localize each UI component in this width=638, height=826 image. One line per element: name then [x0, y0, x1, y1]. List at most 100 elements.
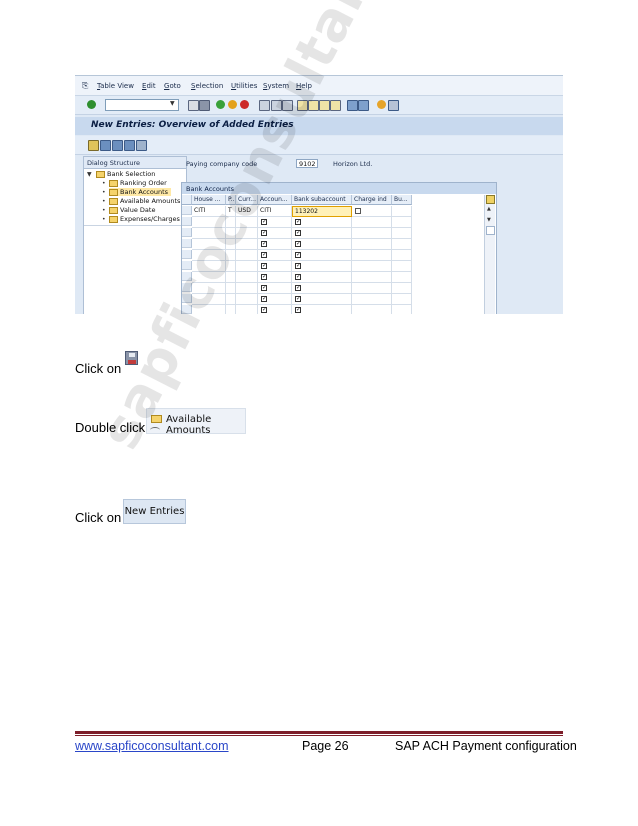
checkbox-icon[interactable]: ✓ — [261, 274, 267, 280]
table-cell[interactable]: ✓ — [292, 305, 352, 314]
checkbox-icon[interactable]: ✓ — [295, 252, 301, 258]
table-cell[interactable]: ✓ — [258, 272, 292, 283]
table-cell[interactable] — [226, 305, 236, 314]
table-cell[interactable]: ✓ — [258, 305, 292, 314]
layout-menu-icon[interactable] — [388, 100, 399, 111]
exit-icon[interactable] — [228, 100, 237, 109]
tree-item-value-date[interactable]: Value Date — [109, 206, 155, 214]
last-page-icon[interactable] — [330, 100, 341, 111]
scroll-thumb[interactable] — [486, 226, 495, 235]
table-cell[interactable]: ✓ — [258, 294, 292, 305]
footer-website-link[interactable]: www.sapficoconsultant.com — [75, 739, 229, 753]
checkbox-icon[interactable]: ✓ — [261, 263, 267, 269]
select-all-icon[interactable] — [124, 140, 135, 151]
back-arrow-icon[interactable] — [188, 100, 199, 111]
table-cell[interactable]: ✓ — [292, 217, 352, 228]
table-cell[interactable] — [352, 272, 392, 283]
new-session-icon[interactable] — [347, 100, 358, 111]
table-cell[interactable] — [392, 217, 412, 228]
scroll-up-icon[interactable]: ▲ — [487, 206, 491, 212]
checkbox-icon[interactable]: ✓ — [295, 219, 301, 225]
table-cell[interactable]: ✓ — [258, 250, 292, 261]
checkbox-icon[interactable]: ✓ — [295, 274, 301, 280]
row-selector[interactable] — [182, 217, 192, 226]
checkbox-icon[interactable]: ✓ — [295, 307, 301, 313]
table-cell[interactable] — [236, 272, 258, 283]
column-header-business-area[interactable]: Bu... — [392, 195, 412, 205]
column-settings-icon[interactable] — [486, 195, 495, 204]
checkbox-icon[interactable]: ✓ — [295, 296, 301, 302]
paying-company-code-field[interactable]: 9102 — [296, 159, 318, 168]
table-cell[interactable]: ✓ — [258, 283, 292, 294]
select-all-column-header[interactable] — [182, 195, 192, 205]
table-cell[interactable] — [392, 283, 412, 294]
table-cell[interactable] — [236, 294, 258, 305]
table-cell[interactable] — [352, 261, 392, 272]
table-cell[interactable] — [352, 294, 392, 305]
checkbox-icon[interactable]: ✓ — [261, 241, 267, 247]
enter-icon[interactable] — [87, 100, 96, 109]
tree-item-expenses-charges[interactable]: Expenses/Charges — [109, 215, 180, 223]
cancel-icon[interactable] — [240, 100, 249, 109]
expand-triangle-icon[interactable]: ▼ — [87, 171, 92, 178]
table-cell[interactable] — [392, 228, 412, 239]
table-cell[interactable]: ✓ — [292, 272, 352, 283]
chevron-down-icon[interactable]: ▼ — [170, 100, 177, 108]
value-help-icon[interactable] — [355, 208, 361, 214]
save-icon[interactable] — [199, 100, 210, 111]
change-display-icon[interactable] — [88, 140, 99, 151]
table-cell[interactable]: ✓ — [258, 239, 292, 250]
menu-exit-icon[interactable]: ⎘ — [82, 81, 88, 91]
menu-goto[interactable]: Goto — [164, 82, 181, 90]
delete-icon[interactable] — [112, 140, 123, 151]
menu-table-view[interactable]: Table View — [97, 82, 134, 90]
checkbox-icon[interactable]: ✓ — [261, 230, 267, 236]
checkbox-icon[interactable]: ✓ — [261, 296, 267, 302]
table-cell[interactable] — [352, 239, 392, 250]
checkbox-icon[interactable]: ✓ — [295, 241, 301, 247]
checkbox-icon[interactable]: ✓ — [295, 285, 301, 291]
checkbox-icon[interactable]: ✓ — [261, 285, 267, 291]
tree-item-ranking-order[interactable]: Ranking Order — [109, 179, 167, 187]
table-cell[interactable]: ✓ — [292, 283, 352, 294]
table-cell[interactable] — [226, 294, 236, 305]
table-cell[interactable] — [392, 305, 412, 314]
table-cell[interactable] — [352, 283, 392, 294]
column-header-charge-ind[interactable]: Charge ind — [352, 195, 392, 205]
menu-edit[interactable]: Edit — [142, 82, 156, 90]
command-field[interactable] — [105, 99, 179, 111]
table-cell[interactable] — [236, 283, 258, 294]
back-icon[interactable] — [216, 100, 225, 109]
table-cell[interactable] — [392, 294, 412, 305]
shortcut-icon[interactable] — [358, 100, 369, 111]
vertical-scrollbar[interactable]: ▲ ▼ — [484, 195, 495, 314]
table-cell[interactable] — [236, 305, 258, 314]
table-cell[interactable] — [352, 250, 392, 261]
checkbox-icon[interactable]: ✓ — [261, 252, 267, 258]
deselect-all-icon[interactable] — [136, 140, 147, 151]
table-cell[interactable] — [392, 261, 412, 272]
menu-selection[interactable]: Selection — [191, 82, 223, 90]
bank-subaccount-cell-active[interactable]: 113202 — [292, 206, 352, 217]
checkbox-icon[interactable]: ✓ — [295, 230, 301, 236]
table-cell[interactable]: ✓ — [292, 239, 352, 250]
table-cell[interactable] — [392, 250, 412, 261]
table-cell[interactable]: ✓ — [292, 294, 352, 305]
table-cell[interactable] — [392, 206, 412, 217]
tree-item-bank-selection[interactable]: Bank Selection — [96, 170, 155, 178]
table-cell[interactable]: ✓ — [258, 228, 292, 239]
table-cell[interactable] — [352, 305, 392, 314]
help-icon[interactable] — [377, 100, 386, 109]
table-cell[interactable]: ✓ — [292, 228, 352, 239]
tree-item-bank-accounts[interactable]: Bank Accounts — [109, 188, 172, 196]
table-cell[interactable] — [352, 217, 392, 228]
table-cell[interactable] — [392, 272, 412, 283]
table-cell[interactable]: ✓ — [292, 250, 352, 261]
charge-ind-cell[interactable] — [352, 206, 392, 217]
table-cell[interactable]: ✓ — [258, 261, 292, 272]
table-cell[interactable] — [392, 239, 412, 250]
menu-utilities[interactable]: Utilities — [231, 82, 257, 90]
column-header-bank-subaccount[interactable]: Bank subaccount — [292, 195, 352, 205]
checkbox-icon[interactable]: ✓ — [295, 263, 301, 269]
tree-item-available-amounts[interactable]: Available Amounts — [109, 197, 180, 205]
